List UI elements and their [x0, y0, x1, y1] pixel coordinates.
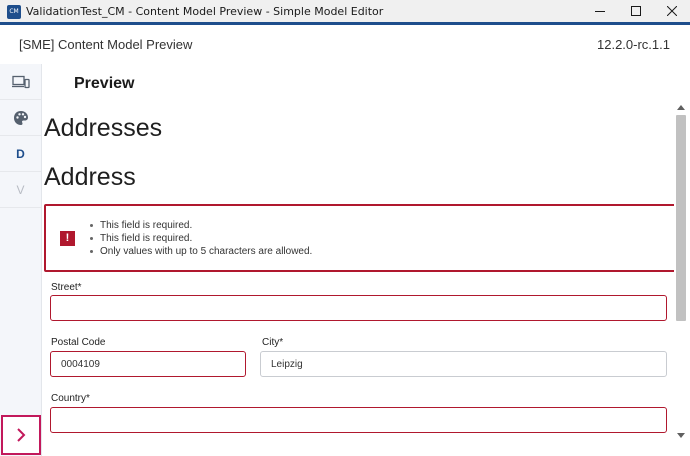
minimize-button[interactable]	[582, 0, 618, 22]
scroll-up-icon	[677, 104, 685, 110]
error-message: This field is required.	[89, 219, 312, 232]
country-label: Country*	[51, 393, 90, 404]
error-icon: !	[60, 231, 75, 246]
scroll-up-button[interactable]	[674, 102, 688, 112]
postal-code-input[interactable]	[50, 351, 246, 377]
sidebar: D V	[0, 64, 42, 456]
scrollbar-thumb[interactable]	[676, 115, 686, 321]
city-input[interactable]	[260, 351, 667, 377]
close-icon	[667, 6, 677, 16]
maximize-icon	[631, 6, 641, 16]
window-titlebar: CM ValidationTest_CM - Content Model Pre…	[0, 0, 690, 25]
heading-addresses: Addresses	[44, 114, 163, 142]
sidebar-item-v[interactable]: V	[0, 172, 41, 208]
sidebar-item-devices[interactable]	[0, 64, 41, 100]
street-label: Street*	[51, 282, 82, 293]
city-label: City*	[262, 337, 284, 348]
scroll-down-icon	[677, 432, 685, 438]
app-icon: CM	[7, 5, 21, 19]
maximize-button[interactable]	[618, 0, 654, 22]
palette-icon	[13, 110, 28, 125]
app-header: [SME] Content Model Preview 12.2.0-rc.1.…	[0, 28, 690, 64]
chevron-right-icon	[17, 428, 26, 442]
vertical-scrollbar[interactable]	[674, 102, 688, 440]
close-button[interactable]	[654, 0, 690, 22]
error-message: This field is required.	[89, 232, 312, 245]
error-list: This field is required. This field is re…	[89, 219, 313, 258]
sidebar-item-d[interactable]: D	[0, 136, 41, 172]
scroll-down-button[interactable]	[674, 430, 688, 440]
app-title: [SME] Content Model Preview	[19, 37, 193, 52]
postal-code-label: Postal Code	[51, 337, 106, 348]
error-message: Only values with up to 5 characters are …	[89, 246, 313, 257]
devices-icon	[11, 75, 30, 88]
minimize-icon	[595, 11, 605, 12]
sidebar-item-d-label: D	[16, 146, 25, 161]
sidebar-item-palette[interactable]	[0, 100, 41, 136]
sidebar-item-v-label: V	[16, 182, 25, 197]
preview-title: Preview	[74, 75, 135, 92]
street-input[interactable]	[50, 295, 667, 321]
window-title: ValidationTest_CM - Content Model Previe…	[26, 5, 384, 18]
preview-panel: Preview Addresses Address ! This field i…	[42, 64, 690, 456]
heading-address: Address	[44, 163, 136, 191]
country-input[interactable]	[50, 407, 667, 433]
validation-error-box: ! This field is required. This field is …	[44, 204, 676, 272]
expand-sidebar-button[interactable]	[1, 415, 41, 455]
app-version: 12.2.0-rc.1.1	[597, 37, 670, 52]
